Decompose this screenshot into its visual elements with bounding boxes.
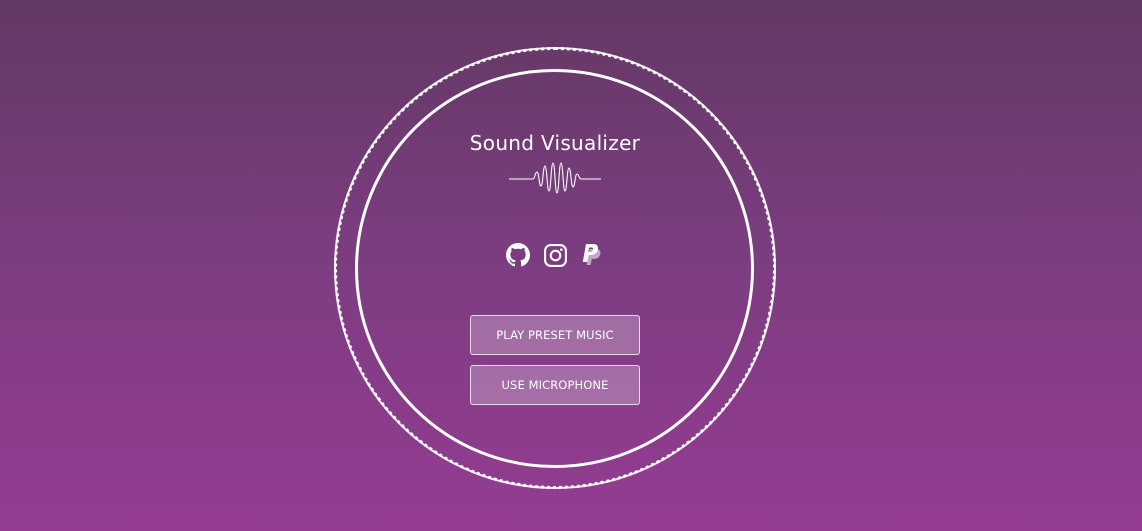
instagram-icon[interactable]	[542, 242, 568, 268]
app-title: Sound Visualizer	[469, 131, 641, 155]
paypal-icon[interactable]	[579, 242, 605, 268]
sound-wave-icon	[509, 162, 601, 194]
github-icon[interactable]	[505, 242, 531, 268]
play-preset-music-button[interactable]: PLAY PRESET MUSIC	[470, 315, 640, 355]
use-microphone-button[interactable]: USE MICROPHONE	[470, 365, 640, 405]
social-links	[505, 241, 605, 269]
